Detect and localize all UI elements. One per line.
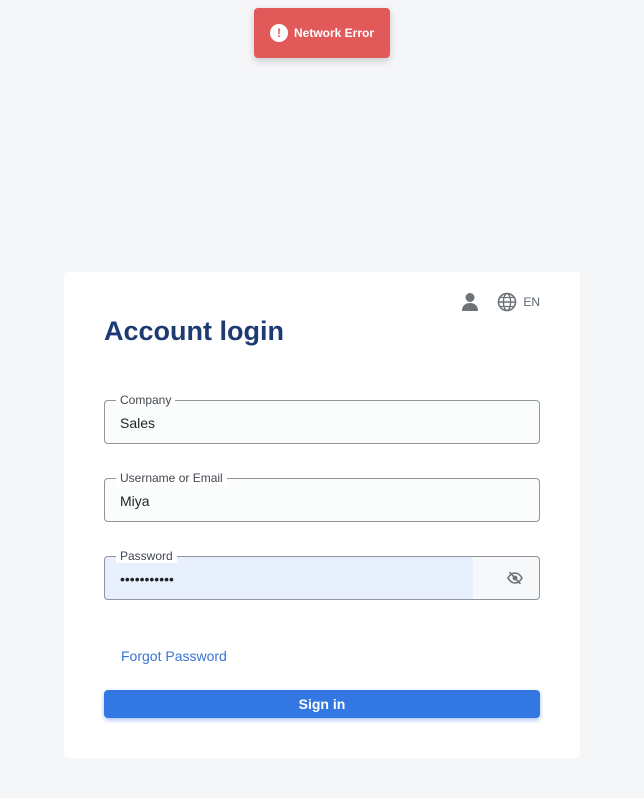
language-selector[interactable]: EN <box>497 292 540 312</box>
toast-message: Network Error <box>293 26 375 40</box>
login-card: EN Account login Company Username or Ema… <box>64 272 580 758</box>
sign-in-button[interactable]: Sign in <box>104 690 540 718</box>
company-input[interactable] <box>105 401 539 443</box>
card-toolbar: EN <box>461 292 540 312</box>
password-field: Password <box>104 549 540 600</box>
password-visibility-toggle[interactable] <box>473 557 539 599</box>
login-page: ! Network Error EN Account login Company… <box>0 0 644 798</box>
username-field: Username or Email <box>104 471 540 522</box>
error-toast: ! Network Error <box>254 8 390 58</box>
alert-circle-icon: ! <box>269 24 288 42</box>
company-field: Company <box>104 393 540 444</box>
globe-icon <box>498 292 517 312</box>
user-icon[interactable] <box>461 292 479 312</box>
password-input[interactable] <box>105 557 475 599</box>
eye-off-icon <box>507 571 523 585</box>
page-title: Account login <box>104 316 284 346</box>
language-label: EN <box>523 295 540 309</box>
username-input[interactable] <box>105 479 539 521</box>
forgot-password-link[interactable]: Forgot Password <box>121 648 227 664</box>
